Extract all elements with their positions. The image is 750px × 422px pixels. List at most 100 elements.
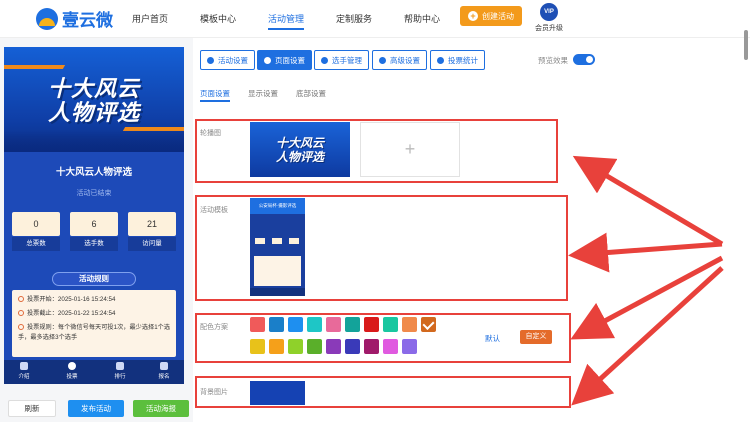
- color-swatch[interactable]: [364, 317, 379, 332]
- tab-contestant-management[interactable]: 选手管理: [314, 50, 369, 70]
- poster-button[interactable]: 活动海报: [133, 400, 189, 417]
- rule-policy: 投票规则：每个微信号每天可投1次，最少选择1个选手，最多选择3个选手: [18, 323, 174, 343]
- preview-status: 活动已结束: [76, 190, 112, 197]
- tab-activity-settings[interactable]: 活动设置: [200, 50, 255, 70]
- color-swatch[interactable]: [307, 339, 322, 354]
- custom-color-button[interactable]: 自定义: [520, 330, 552, 344]
- preview-nav-label: 介绍: [18, 374, 30, 380]
- arrow-to-colors: [570, 255, 724, 340]
- color-swatch[interactable]: [383, 317, 398, 332]
- color-swatch[interactable]: [402, 339, 417, 354]
- subtab-page-settings[interactable]: 页面设置: [200, 88, 230, 99]
- color-swatch[interactable]: [383, 339, 398, 354]
- color-swatch[interactable]: [288, 339, 303, 354]
- scrollbar[interactable]: [744, 30, 748, 60]
- tab-page-settings[interactable]: 页面设置: [257, 50, 312, 70]
- template-thumbnail-header: 公安局杯·摄影评选: [250, 198, 305, 214]
- vip-upgrade[interactable]: VIP 会员升级: [534, 3, 564, 33]
- carousel-label: 轮播图: [200, 130, 221, 137]
- arrow-to-carousel: [572, 155, 724, 247]
- carousel-image[interactable]: 十大风云 人物评选: [250, 122, 350, 177]
- template-label: 活动模板: [200, 207, 228, 214]
- preview-effect-label: 预览效果: [538, 56, 568, 65]
- preview-nav-intro[interactable]: 介绍: [6, 362, 42, 380]
- template-stat: [272, 238, 282, 244]
- preview-nav-label: 报名: [158, 374, 170, 380]
- color-swatch[interactable]: [307, 317, 322, 332]
- subtab-display-settings[interactable]: 显示设置: [248, 88, 278, 99]
- tab-label: 投票统计: [448, 55, 478, 65]
- color-swatch[interactable]: [421, 317, 436, 332]
- publish-button[interactable]: 发布活动: [68, 400, 124, 417]
- color-swatch[interactable]: [402, 317, 417, 332]
- stat-visits: 21: [128, 212, 176, 236]
- rule-policy-text: 投票规则：每个微信号每天可投1次，最少选择1个选手，最多选择3个选手: [18, 324, 171, 341]
- preview-effect-toggle[interactable]: [573, 54, 595, 65]
- color-swatch[interactable]: [345, 317, 360, 332]
- rules-heading: 活动规则: [52, 272, 136, 286]
- subtab-footer-settings[interactable]: 底部设置: [296, 88, 326, 99]
- stat-label: 选手数: [70, 237, 118, 251]
- subtab-active-indicator: [200, 100, 230, 102]
- nav-help-center[interactable]: 帮助中心: [404, 12, 440, 25]
- top-navbar: 壹云微 用户首页 模板中心 活动管理 定制服务 帮助中心 + 创建活动 VIP …: [0, 0, 750, 38]
- color-swatch[interactable]: [288, 317, 303, 332]
- create-activity-button[interactable]: + 创建活动: [460, 6, 522, 26]
- add-carousel-image-button[interactable]: +: [360, 122, 460, 177]
- background-image-label: 背景图片: [200, 389, 228, 396]
- signup-icon: [160, 362, 168, 370]
- create-activity-label: 创建活动: [482, 11, 514, 21]
- color-swatch[interactable]: [326, 339, 341, 354]
- carousel-image-line2: 人物评选: [275, 150, 324, 164]
- color-swatch[interactable]: [364, 339, 379, 354]
- template-footer: [250, 288, 305, 296]
- banner-title-line2: 人物评选: [47, 100, 140, 125]
- rule-start-text: 投票开始：2025-01-16 15:24:54: [27, 296, 116, 303]
- template-thumbnail[interactable]: 公安局杯·摄影评选: [250, 198, 305, 296]
- intro-icon: [20, 362, 28, 370]
- arrow-to-background: [571, 266, 724, 406]
- preview-nav-vote[interactable]: 投票: [54, 362, 90, 380]
- color-swatch[interactable]: [269, 339, 284, 354]
- preview-nav-label: 投票: [66, 374, 78, 380]
- logo-text: 壹云微: [62, 11, 113, 30]
- rules-box: 投票开始：2025-01-16 15:24:54 投票截止：2025-01-22…: [12, 290, 176, 357]
- clock-icon: [18, 310, 24, 316]
- nav-activity-management[interactable]: 活动管理: [268, 12, 305, 30]
- preview-banner: 十大风云 人物评选: [4, 47, 184, 152]
- arrow-to-template: [568, 232, 723, 273]
- color-swatch[interactable]: [326, 317, 341, 332]
- annotation-arrows: [568, 155, 724, 406]
- color-swatch[interactable]: [345, 339, 360, 354]
- refresh-button[interactable]: 刷新: [8, 400, 56, 417]
- preview-bottom-nav: 介绍 投票 排行 报名: [4, 360, 184, 384]
- rank-icon: [116, 362, 124, 370]
- preview-nav-label: 排行: [114, 374, 126, 380]
- color-swatch[interactable]: [250, 317, 265, 332]
- background-image-thumbnail[interactable]: [250, 381, 305, 405]
- vip-icon: VIP: [540, 3, 558, 21]
- stat-total-votes: 0: [12, 212, 60, 236]
- rule-end: 投票截止：2025-01-22 15:24:54: [18, 309, 174, 319]
- stat-label: 访问量: [128, 237, 176, 251]
- nav-home[interactable]: 用户首页: [132, 12, 168, 25]
- clock-icon: [18, 296, 24, 302]
- gear-icon: [264, 56, 271, 64]
- preview-nav-signup[interactable]: 报名: [146, 362, 182, 380]
- stat-contestants: 6: [70, 212, 118, 236]
- phone-preview: 十大风云 人物评选 十大风云人物评选 活动已结束 0 6 21 总票数 选手数 …: [4, 47, 184, 384]
- template-stat: [289, 238, 299, 244]
- rule-start: 投票开始：2025-01-16 15:24:54: [18, 295, 174, 305]
- info-icon: [18, 324, 24, 330]
- color-swatch[interactable]: [250, 339, 265, 354]
- nav-templates[interactable]: 模板中心: [200, 12, 236, 25]
- nav-custom-service[interactable]: 定制服务: [336, 12, 372, 25]
- color-swatch[interactable]: [269, 317, 284, 332]
- logo[interactable]: 壹云微: [36, 6, 113, 31]
- tab-vote-stats[interactable]: 投票统计: [430, 50, 485, 70]
- template-body: [254, 256, 301, 286]
- default-color-link[interactable]: 默认: [485, 333, 500, 344]
- preview-title: 十大风云人物评选: [55, 167, 132, 178]
- preview-nav-rank[interactable]: 排行: [102, 362, 138, 380]
- tab-advanced-settings[interactable]: 高级设置: [372, 50, 427, 70]
